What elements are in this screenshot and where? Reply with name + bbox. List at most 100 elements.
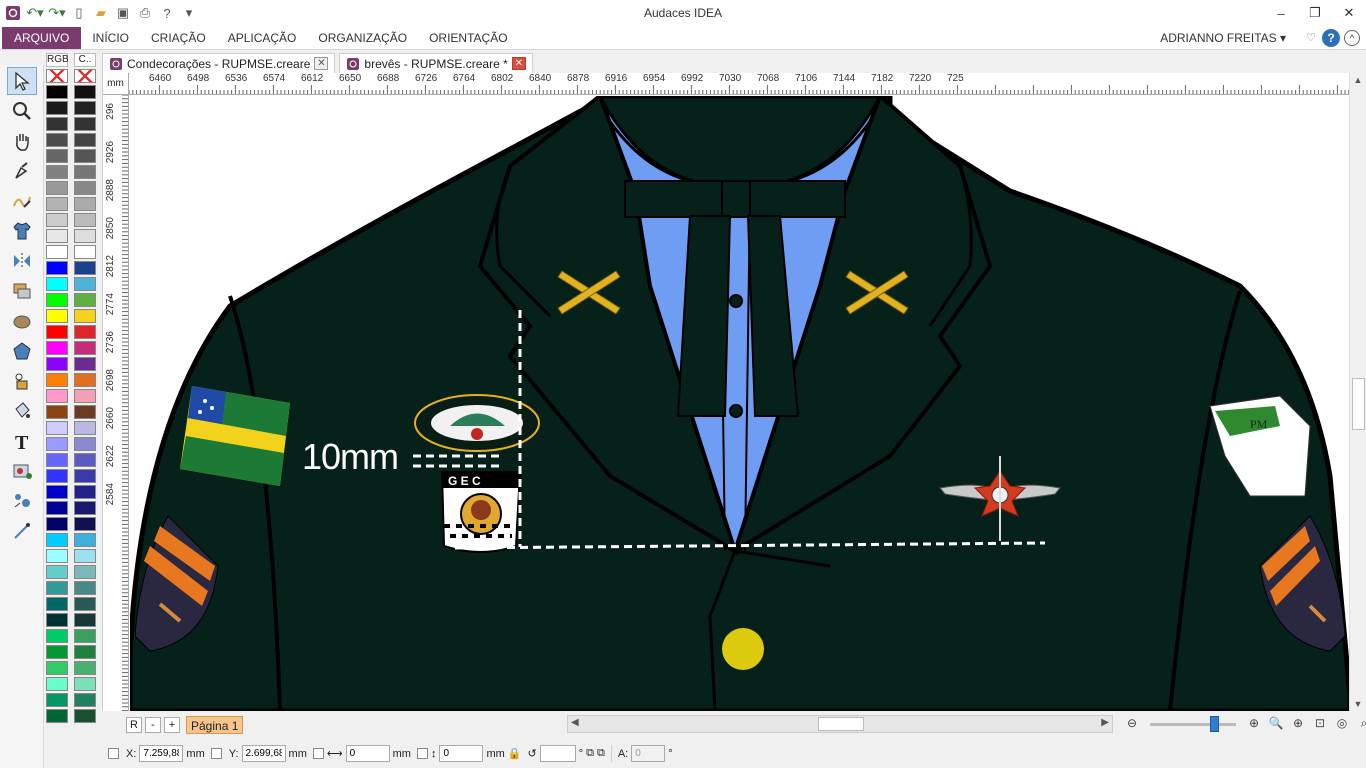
color-swatch[interactable] bbox=[74, 85, 96, 99]
scroll-down-icon[interactable]: ▼ bbox=[1350, 699, 1366, 709]
vertical-scroll-thumb[interactable] bbox=[1352, 378, 1365, 430]
pan-hand-icon[interactable] bbox=[7, 127, 37, 155]
color-swatch[interactable] bbox=[74, 117, 96, 131]
document-tab-condecoracoes[interactable]: Condecorações - RUPMSE.creare ✕ bbox=[102, 53, 336, 73]
page-tab[interactable]: Página 1 bbox=[186, 716, 244, 734]
color-swatch[interactable] bbox=[46, 421, 68, 435]
color-swatch[interactable] bbox=[74, 437, 96, 451]
angle-input[interactable] bbox=[631, 745, 666, 762]
zoom-in-icon[interactable]: ⊕ bbox=[1246, 716, 1262, 732]
color-swatch[interactable] bbox=[74, 501, 96, 515]
close-tab-icon[interactable]: ✕ bbox=[314, 57, 329, 70]
tab-aplicacao[interactable]: APLICAÇÃO bbox=[217, 27, 308, 49]
color-swatch[interactable] bbox=[74, 197, 96, 211]
help-button[interactable]: ? bbox=[1322, 29, 1340, 47]
color-swatch[interactable] bbox=[74, 645, 96, 659]
color-swatch[interactable] bbox=[46, 485, 68, 499]
color-swatch[interactable] bbox=[46, 101, 68, 115]
collapse-ribbon-icon[interactable]: ^ bbox=[1344, 30, 1360, 46]
group-tool-icon[interactable] bbox=[7, 487, 37, 515]
color-swatch[interactable] bbox=[46, 245, 68, 259]
color-swatch[interactable] bbox=[46, 229, 68, 243]
app-logo-icon[interactable] bbox=[4, 4, 22, 22]
ribbon-collapse-icon[interactable]: ♡ bbox=[1306, 31, 1316, 44]
new-file-icon[interactable]: ▯ bbox=[70, 4, 88, 22]
reset-pages-button[interactable]: R bbox=[126, 717, 142, 733]
y-lock-checkbox[interactable] bbox=[210, 748, 222, 759]
color-swatch[interactable] bbox=[74, 661, 96, 675]
x-coordinate-input[interactable] bbox=[139, 745, 184, 762]
minimize-icon[interactable]: – bbox=[1264, 0, 1298, 26]
color-swatch[interactable] bbox=[46, 69, 68, 83]
color-swatch[interactable] bbox=[74, 165, 96, 179]
color-swatch[interactable] bbox=[74, 629, 96, 643]
color-swatch[interactable] bbox=[46, 309, 68, 323]
save-icon[interactable]: ▣ bbox=[114, 4, 132, 22]
color-swatch[interactable] bbox=[46, 517, 68, 531]
zoom-fit-icon[interactable]: ⊡ bbox=[1312, 716, 1328, 732]
scroll-up-icon[interactable]: ▲ bbox=[1350, 75, 1366, 85]
image-tool-icon[interactable] bbox=[7, 457, 37, 485]
color-swatch[interactable] bbox=[74, 533, 96, 547]
color-swatch[interactable] bbox=[74, 213, 96, 227]
color-swatch[interactable] bbox=[46, 357, 68, 371]
palette-rgb-header[interactable]: RGB bbox=[46, 53, 69, 67]
color-swatch[interactable] bbox=[74, 485, 96, 499]
width-input[interactable] bbox=[345, 745, 390, 762]
color-swatch[interactable] bbox=[46, 533, 68, 547]
color-swatch[interactable] bbox=[46, 213, 68, 227]
color-swatch[interactable] bbox=[74, 469, 96, 483]
color-swatch[interactable] bbox=[74, 149, 96, 163]
zoom-selection-icon[interactable]: 🔍 bbox=[1268, 716, 1284, 732]
color-swatch[interactable] bbox=[74, 613, 96, 627]
color-swatch[interactable] bbox=[74, 181, 96, 195]
zoom-window-icon[interactable]: ◎ bbox=[1334, 716, 1350, 732]
color-swatch[interactable] bbox=[74, 69, 96, 83]
close-icon[interactable]: ✕ bbox=[1332, 0, 1366, 26]
tab-arquivo[interactable]: ARQUIVO bbox=[2, 26, 82, 49]
tab-criacao[interactable]: CRIAÇÃO bbox=[140, 27, 217, 49]
color-swatch[interactable] bbox=[46, 85, 68, 99]
print-preview-icon[interactable]: ⎙ bbox=[136, 4, 154, 22]
color-swatch[interactable] bbox=[46, 133, 68, 147]
color-swatch[interactable] bbox=[74, 261, 96, 275]
customize-toolbar-icon[interactable]: ▾ bbox=[180, 4, 198, 22]
color-swatch[interactable] bbox=[74, 405, 96, 419]
y-coordinate-input[interactable] bbox=[241, 745, 286, 762]
color-swatch[interactable] bbox=[74, 549, 96, 563]
color-swatch[interactable] bbox=[46, 437, 68, 451]
zoom-slider-knob[interactable] bbox=[1210, 715, 1219, 732]
color-swatch[interactable] bbox=[74, 133, 96, 147]
color-swatch[interactable] bbox=[46, 469, 68, 483]
color-swatch[interactable] bbox=[46, 405, 68, 419]
select-tool-icon[interactable] bbox=[7, 67, 37, 95]
color-swatch[interactable] bbox=[74, 389, 96, 403]
color-swatch[interactable] bbox=[46, 165, 68, 179]
tab-inicio[interactable]: INÍCIO bbox=[81, 27, 140, 49]
color-swatch[interactable] bbox=[74, 581, 96, 595]
color-swatch[interactable] bbox=[46, 661, 68, 675]
color-swatch[interactable] bbox=[46, 565, 68, 579]
color-swatch[interactable] bbox=[46, 181, 68, 195]
color-swatch[interactable] bbox=[74, 309, 96, 323]
color-swatch[interactable] bbox=[46, 341, 68, 355]
restore-icon[interactable]: ❐ bbox=[1298, 0, 1332, 26]
flip-vertical-icon[interactable]: ⧉ bbox=[597, 747, 605, 760]
remove-page-button[interactable]: - bbox=[145, 717, 161, 733]
color-swatch[interactable] bbox=[46, 293, 68, 307]
color-swatch[interactable] bbox=[74, 245, 96, 259]
color-swatch[interactable] bbox=[46, 453, 68, 467]
horizontal-scrollbar[interactable]: ◀ ▶ bbox=[567, 715, 1113, 733]
zoom-slider[interactable] bbox=[1150, 715, 1236, 732]
layers-tool-icon[interactable] bbox=[7, 277, 37, 305]
color-swatch[interactable] bbox=[46, 613, 68, 627]
color-swatch[interactable] bbox=[74, 101, 96, 115]
help-circle-icon[interactable]: ? bbox=[158, 4, 176, 22]
vertical-scrollbar[interactable]: ▲ ▼ bbox=[1349, 73, 1366, 711]
color-swatch[interactable] bbox=[46, 197, 68, 211]
horizontal-scroll-thumb[interactable] bbox=[818, 717, 864, 731]
height-input[interactable] bbox=[439, 745, 484, 762]
add-page-button[interactable]: + bbox=[164, 717, 180, 733]
x-lock-checkbox[interactable] bbox=[108, 748, 119, 759]
color-swatch[interactable] bbox=[46, 677, 68, 691]
